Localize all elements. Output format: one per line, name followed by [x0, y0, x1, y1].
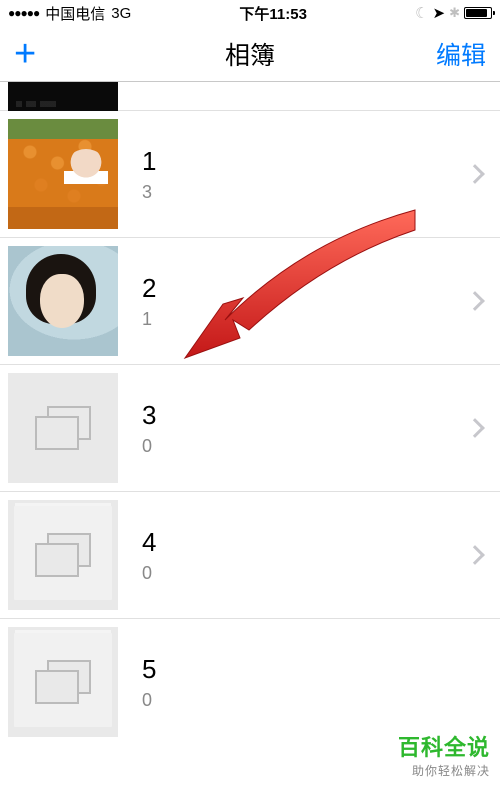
chevron-right-icon: [465, 164, 485, 184]
bluetooth-icon: ✱: [449, 5, 460, 21]
album-row[interactable]: 4 0: [0, 492, 500, 619]
empty-stack-icon: [35, 660, 91, 704]
album-list: 1 3 2 1 3 0 4 0: [0, 82, 500, 745]
chevron-right-icon: [465, 545, 485, 565]
album-thumbnail: [8, 119, 118, 229]
album-row[interactable]: 1 3: [0, 111, 500, 238]
status-right: ☾ ➤ ✱: [415, 4, 492, 22]
album-info: 2 1: [118, 272, 468, 330]
album-info: 1 3: [118, 145, 468, 203]
album-count: 0: [142, 436, 468, 457]
album-thumbnail-empty: [8, 500, 118, 610]
album-name: 2: [142, 272, 468, 306]
status-time: 下午11:53: [131, 3, 415, 24]
album-count: 1: [142, 309, 468, 330]
album-thumbnail: [8, 82, 118, 111]
nav-title: 相簿: [0, 36, 500, 72]
album-row[interactable]: 2 1: [0, 238, 500, 365]
album-count: 3: [142, 182, 468, 203]
album-thumbnail-empty: [8, 627, 118, 737]
album-info: 4 0: [118, 526, 468, 584]
album-name: 4: [142, 526, 468, 560]
network-label: 3G: [111, 5, 131, 22]
watermark-subtitle: 助你轻松解决: [398, 762, 490, 779]
album-row-partial[interactable]: [0, 82, 500, 111]
album-count: 0: [142, 690, 500, 711]
battery-icon: [464, 7, 492, 19]
edit-button[interactable]: 编辑: [436, 36, 486, 72]
album-info: 3 0: [118, 399, 468, 457]
status-left: ●●●●● 中国电信 3G: [8, 3, 131, 24]
nav-bar: + 相簿 编辑: [0, 26, 500, 82]
album-info: 5 0: [118, 653, 500, 711]
dnd-moon-icon: ☾: [415, 4, 428, 22]
status-bar: ●●●●● 中国电信 3G 下午11:53 ☾ ➤ ✱: [0, 0, 500, 26]
chevron-right-icon: [465, 291, 485, 311]
watermark: 百科全说 助你轻松解决: [398, 730, 490, 779]
chevron-right-icon: [465, 418, 485, 438]
signal-dots-icon: ●●●●●: [8, 6, 39, 20]
album-row[interactable]: 3 0: [0, 365, 500, 492]
watermark-title: 百科全说: [398, 730, 490, 762]
album-thumbnail: [8, 246, 118, 356]
empty-stack-icon: [35, 533, 91, 577]
album-name: 1: [142, 145, 468, 179]
empty-stack-icon: [35, 406, 91, 450]
album-name: 5: [142, 653, 500, 687]
location-icon: ➤: [433, 4, 446, 22]
nav-left: +: [14, 35, 36, 73]
album-row[interactable]: 5 0: [0, 619, 500, 745]
album-count: 0: [142, 563, 468, 584]
add-album-button[interactable]: +: [14, 33, 36, 75]
album-name: 3: [142, 399, 468, 433]
carrier-label: 中国电信: [45, 3, 105, 24]
album-thumbnail-empty: [8, 373, 118, 483]
